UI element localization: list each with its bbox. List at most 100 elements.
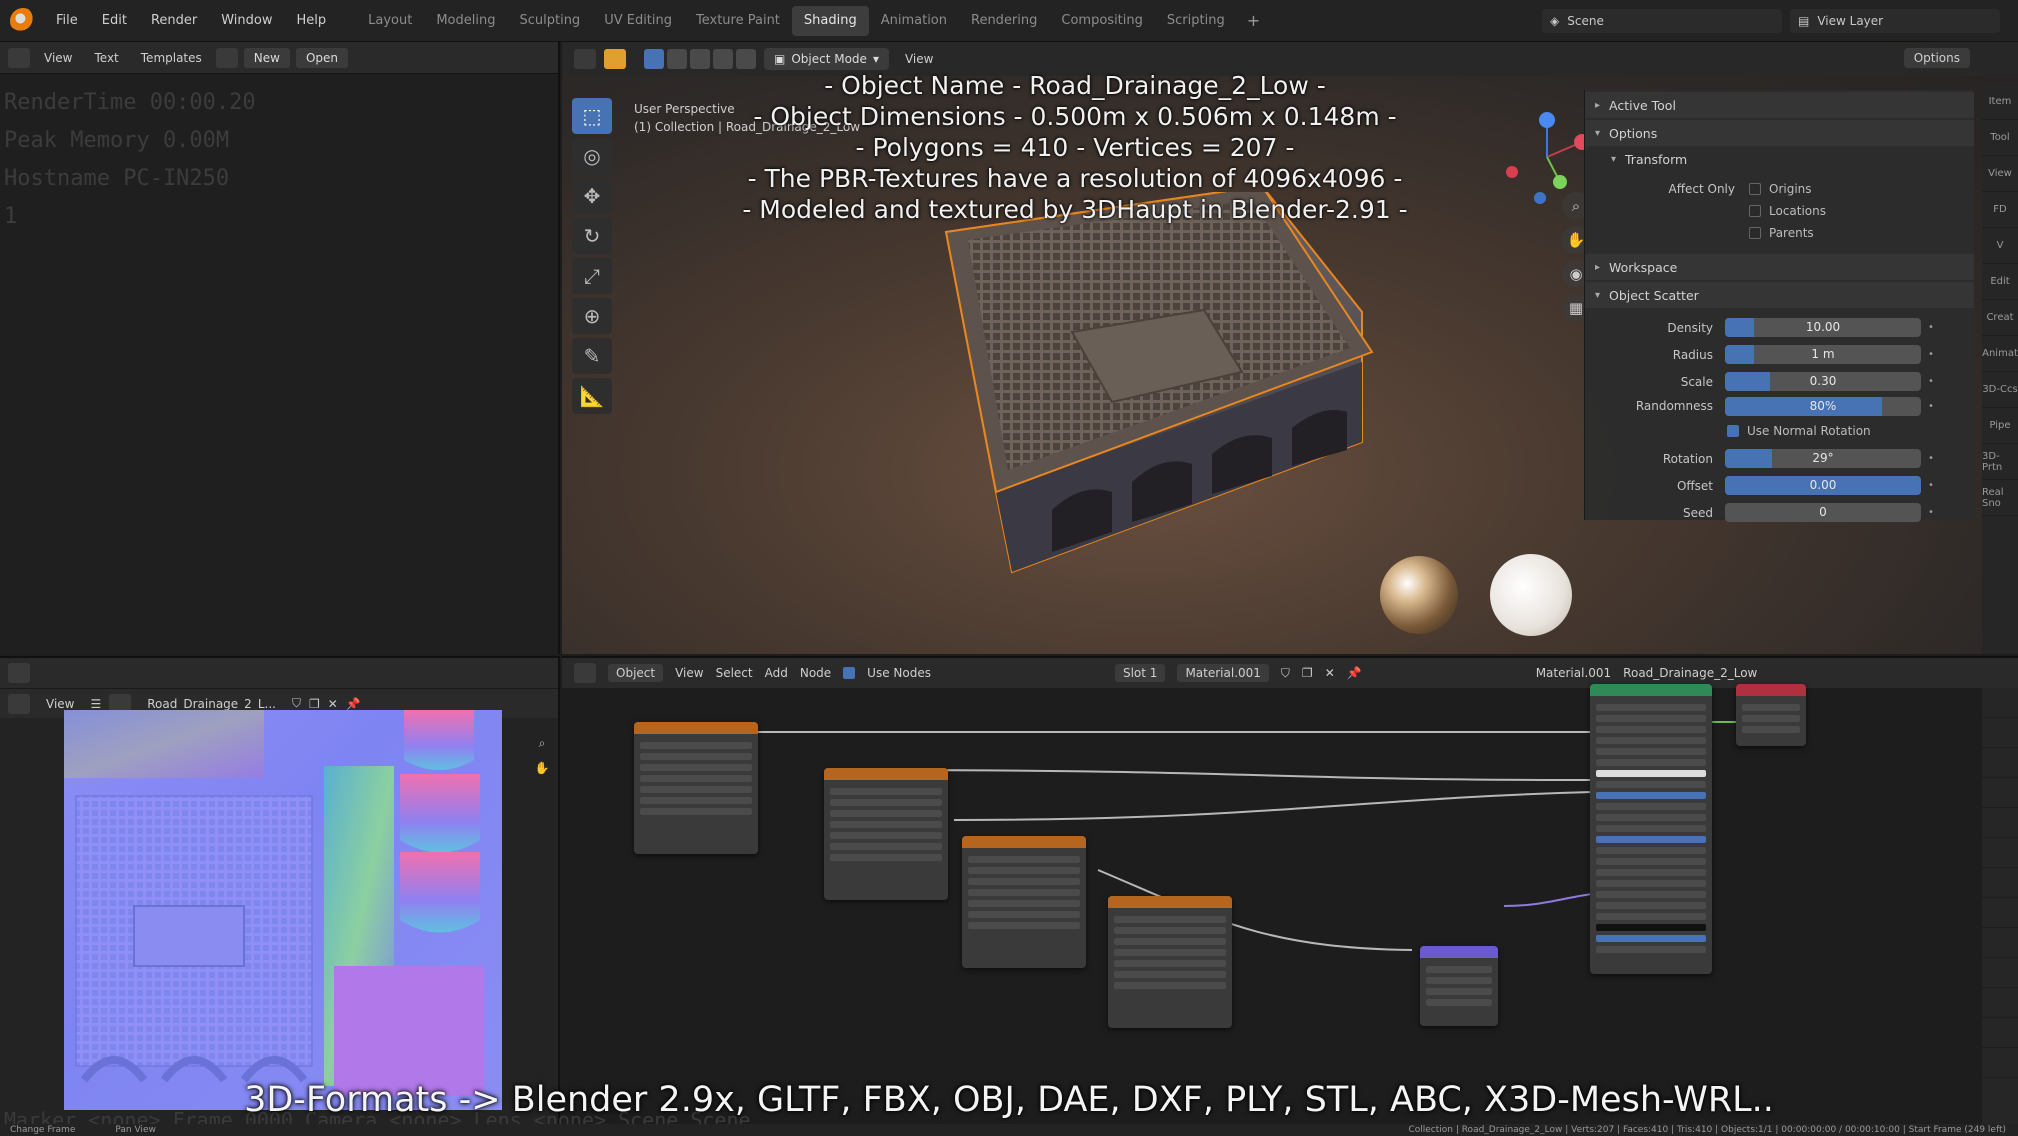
density-field[interactable]: 10.00 bbox=[1725, 318, 1921, 337]
scale-field[interactable]: 0.30 bbox=[1725, 372, 1921, 391]
pin-icon[interactable]: 📌 bbox=[346, 697, 361, 711]
world-properties-icon[interactable] bbox=[1982, 838, 2018, 868]
keyframe-dot-icon[interactable]: • bbox=[1921, 322, 1941, 333]
text-content[interactable]: RenderTime 00:00.20 Peak Memory 0.00M Host… bbox=[0, 74, 558, 246]
keyframe-dot-icon[interactable]: • bbox=[1921, 453, 1941, 464]
material-properties-icon[interactable] bbox=[1982, 1048, 2018, 1078]
shader-node-editor[interactable]: Object View Select Add Node Use Nodes Sl… bbox=[562, 656, 2018, 1124]
randomness-field[interactable]: 80% bbox=[1725, 396, 1921, 416]
normal-map-node[interactable] bbox=[1420, 946, 1498, 1026]
editor-type-icon[interactable] bbox=[8, 663, 30, 683]
sidebar-tab-tool[interactable]: Tool bbox=[1982, 120, 2018, 156]
menu-window[interactable]: Window bbox=[209, 13, 284, 28]
image-texture-node[interactable] bbox=[634, 722, 758, 854]
tab-shading[interactable]: Shading bbox=[791, 5, 869, 36]
select-invert-icon[interactable] bbox=[713, 49, 733, 69]
seed-field[interactable]: 0 bbox=[1725, 503, 1921, 522]
use-nodes-checkbox[interactable] bbox=[843, 667, 856, 679]
menu-file[interactable]: File bbox=[44, 13, 90, 28]
tab-rendering[interactable]: Rendering bbox=[959, 6, 1049, 36]
keyframe-dot-icon[interactable]: • bbox=[1921, 376, 1941, 387]
duplicate-icon[interactable]: ❐ bbox=[1302, 666, 1313, 680]
use-normal-rotation-checkbox[interactable] bbox=[1727, 425, 1739, 437]
sidebar-tab-3dprint[interactable]: 3D-Prtn bbox=[1982, 444, 2018, 480]
add-workspace-icon[interactable]: + bbox=[1237, 11, 1270, 30]
tab-texture-paint[interactable]: Texture Paint bbox=[684, 6, 792, 36]
node-add-menu[interactable]: Add bbox=[765, 666, 788, 680]
object-type-dropdown[interactable]: Object bbox=[608, 664, 664, 682]
parents-checkbox[interactable] bbox=[1749, 227, 1761, 239]
menu-help[interactable]: Help bbox=[285, 13, 339, 28]
tab-layout[interactable]: Layout bbox=[356, 6, 424, 36]
pin-icon[interactable]: 📌 bbox=[1347, 666, 1362, 680]
tab-modeling[interactable]: Modeling bbox=[424, 6, 507, 36]
editor-type-icon[interactable] bbox=[574, 663, 596, 683]
material-output-node[interactable] bbox=[1736, 684, 1806, 746]
tab-sculpting[interactable]: Sculpting bbox=[507, 6, 592, 36]
node-view-menu[interactable]: View bbox=[675, 666, 703, 680]
editor-type-icon[interactable] bbox=[574, 49, 596, 69]
active-tool-section[interactable]: ▸ Active Tool bbox=[1585, 92, 1974, 118]
radius-field[interactable]: 1 m bbox=[1725, 345, 1921, 364]
scene-properties-icon[interactable] bbox=[1982, 808, 2018, 838]
scale-tool-icon[interactable]: ⤢ bbox=[572, 258, 612, 294]
sidebar-tab-item[interactable]: Item bbox=[1982, 84, 2018, 120]
options-dropdown[interactable]: Options bbox=[1903, 48, 1970, 68]
particles-properties-icon[interactable] bbox=[1982, 928, 2018, 958]
sidebar-tab-edit[interactable]: Edit bbox=[1982, 264, 2018, 300]
sidebar-tab-fd[interactable]: FD bbox=[1982, 192, 2018, 228]
material-selector[interactable]: Material.001 bbox=[1177, 664, 1269, 682]
tab-uv-editing[interactable]: UV Editing bbox=[592, 6, 684, 36]
select-intersect-icon[interactable] bbox=[736, 49, 756, 69]
sidebar-tab-view[interactable]: View bbox=[1982, 156, 2018, 192]
tab-compositing[interactable]: Compositing bbox=[1049, 6, 1155, 36]
measure-tool-icon[interactable]: 📐 bbox=[572, 378, 612, 414]
sidebar-tab-create[interactable]: Creat bbox=[1982, 300, 2018, 336]
menu-render[interactable]: Render bbox=[139, 13, 209, 28]
close-icon[interactable]: ✕ bbox=[328, 697, 338, 711]
node-select-menu[interactable]: Select bbox=[716, 666, 753, 680]
editor-type-icon[interactable] bbox=[8, 47, 30, 68]
close-icon[interactable]: ✕ bbox=[1325, 666, 1335, 680]
physics-properties-icon[interactable] bbox=[1982, 958, 2018, 988]
sidebar-tab-realsnow[interactable]: Real Sno bbox=[1982, 480, 2018, 516]
options-section[interactable]: ▾ Options bbox=[1585, 120, 1974, 146]
transform-tool-icon[interactable]: ⊕ bbox=[572, 298, 612, 334]
sidebar-tab-pipe[interactable]: Pipe bbox=[1982, 408, 2018, 444]
image-texture-node[interactable] bbox=[962, 836, 1086, 968]
annotate-tool-icon[interactable]: ✎ bbox=[572, 338, 612, 374]
text-templates-menu[interactable]: Templates bbox=[133, 48, 210, 68]
sidebar-tab-3dcc[interactable]: 3D-Ccs bbox=[1982, 372, 2018, 408]
view-layer-properties-icon[interactable] bbox=[1982, 778, 2018, 808]
shield-icon[interactable]: ⛉ bbox=[1281, 666, 1290, 681]
object-scatter-section[interactable]: ▾ Object Scatter bbox=[1585, 282, 1974, 308]
keyframe-dot-icon[interactable]: • bbox=[1921, 349, 1941, 360]
text-browse-icon[interactable] bbox=[215, 47, 238, 68]
tool-properties-icon[interactable] bbox=[1982, 688, 2018, 718]
image-texture-node[interactable] bbox=[1108, 896, 1232, 1028]
tab-animation[interactable]: Animation bbox=[869, 6, 959, 36]
sidebar-tab-animation[interactable]: Animat bbox=[1982, 336, 2018, 372]
slot-dropdown[interactable]: Slot 1 bbox=[1114, 664, 1166, 682]
text-open-button[interactable]: Open bbox=[295, 47, 349, 68]
modifier-properties-icon[interactable] bbox=[1982, 898, 2018, 928]
data-properties-icon[interactable] bbox=[1982, 1018, 2018, 1048]
transform-subsection[interactable]: ▾ Transform bbox=[1585, 146, 1974, 172]
viewport-view-menu[interactable]: View bbox=[897, 49, 941, 69]
keyframe-dot-icon[interactable]: • bbox=[1921, 507, 1941, 518]
zoom-icon[interactable]: ⌕ bbox=[539, 736, 546, 751]
text-new-button[interactable]: New bbox=[243, 47, 290, 68]
hamburger-icon[interactable]: ☰ bbox=[90, 697, 101, 711]
render-properties-icon[interactable] bbox=[1982, 718, 2018, 748]
locations-checkbox[interactable] bbox=[1749, 205, 1761, 217]
play-icon[interactable] bbox=[604, 49, 626, 69]
pan-hand-icon[interactable]: ✋ bbox=[535, 761, 550, 775]
duplicate-icon[interactable]: ❐ bbox=[309, 697, 320, 711]
image-texture-node[interactable] bbox=[824, 768, 948, 900]
normal-map-texture[interactable] bbox=[64, 710, 502, 1110]
3d-viewport[interactable]: ▣ Object Mode ▾ View Options ⬚ ◎ ✥ ↻ ⤢ ⊕… bbox=[562, 42, 2018, 654]
constraints-properties-icon[interactable] bbox=[1982, 988, 2018, 1018]
text-text-menu[interactable]: Text bbox=[86, 48, 126, 68]
object-properties-icon[interactable] bbox=[1982, 868, 2018, 898]
view-layer-selector[interactable]: ▤ View Layer bbox=[1790, 9, 2000, 33]
